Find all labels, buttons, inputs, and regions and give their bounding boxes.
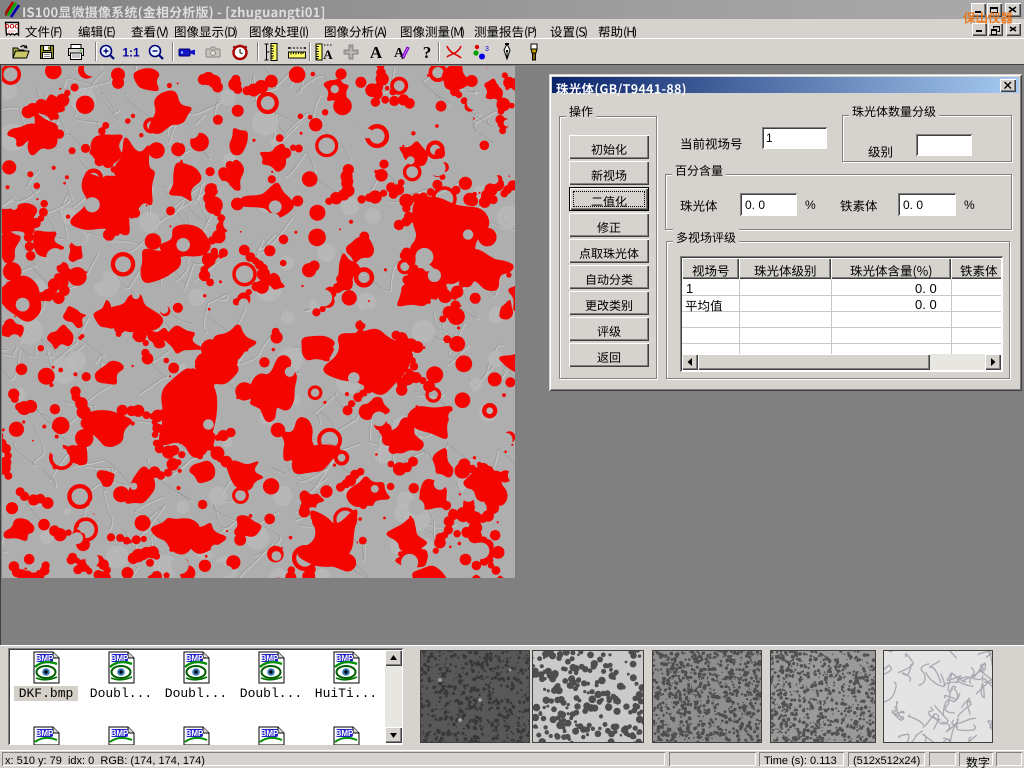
- svg-text:BMP: BMP: [261, 729, 279, 738]
- svg-text:BMP: BMP: [336, 729, 354, 738]
- svg-text:?: ?: [423, 43, 432, 62]
- svg-text:A: A: [323, 47, 333, 62]
- svg-text:BMP: BMP: [186, 729, 204, 738]
- svg-text:3: 3: [485, 46, 489, 53]
- svg-text:BMP: BMP: [36, 729, 54, 738]
- svg-text:DOC: DOC: [5, 24, 20, 31]
- svg-text:1:1: 1:1: [122, 46, 140, 60]
- svg-text:BMP: BMP: [111, 729, 129, 738]
- svg-text:A: A: [370, 43, 383, 62]
